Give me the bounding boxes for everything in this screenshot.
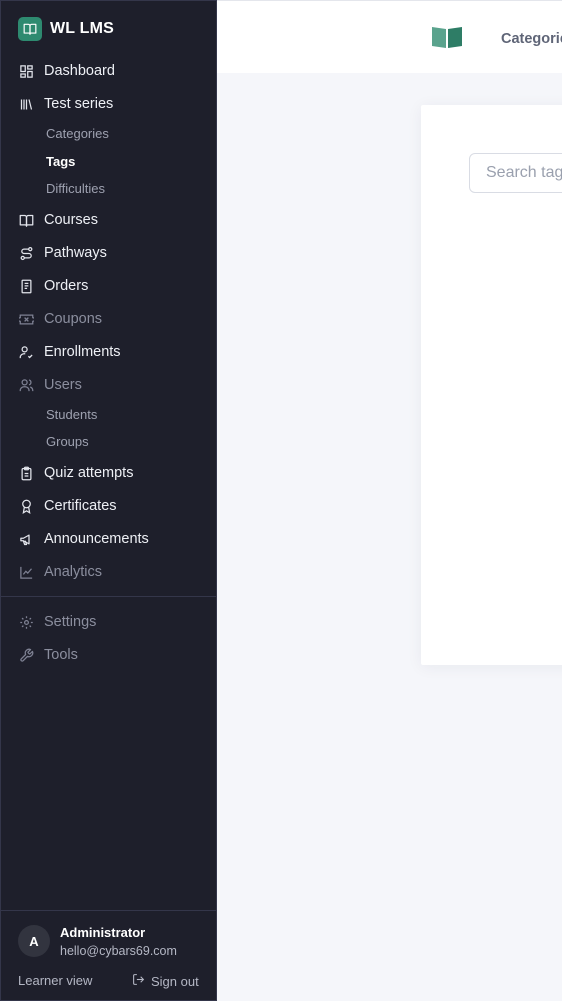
sidebar-item-label: Announcements: [44, 531, 149, 547]
gear-icon: [18, 614, 34, 630]
sign-out-label: Sign out: [151, 973, 199, 989]
sidebar-subitem-groups[interactable]: Groups: [46, 434, 89, 449]
sidebar-item-settings[interactable]: Settings: [18, 611, 96, 633]
sidebar-subitem-categories[interactable]: Categories: [46, 126, 109, 141]
sidebar-item-analytics[interactable]: Analytics: [18, 561, 102, 583]
sidebar-item-label: Analytics: [44, 564, 103, 580]
sidebar-item-label: Certificates: [44, 498, 117, 514]
ticket-icon: [18, 311, 34, 327]
sidebar-item-label: Test series: [44, 96, 114, 112]
book-icon: [18, 17, 42, 41]
sidebar-footer-divider: [1, 910, 216, 911]
user-email: hello@cybars69.com: [60, 944, 177, 958]
sidebar-item-courses[interactable]: Courses: [18, 209, 98, 231]
sidebar-item-quiz-attempts[interactable]: Quiz attempts: [18, 462, 133, 484]
sidebar-item-pathways[interactable]: Pathways: [18, 242, 107, 264]
sidebar-item-label: Tools: [44, 647, 78, 663]
award-icon: [18, 498, 34, 514]
sign-out-button[interactable]: Sign out: [132, 973, 199, 989]
sidebar-item-users[interactable]: Users: [18, 374, 82, 396]
learner-view-link[interactable]: Learner view: [18, 973, 92, 988]
top-bar: Categories: [217, 0, 562, 73]
sidebar-item-test-series[interactable]: Test series: [18, 93, 113, 115]
sidebar-subitem-tags[interactable]: Tags: [46, 154, 75, 169]
sidebar-item-orders[interactable]: Orders: [18, 275, 88, 297]
dashboard-icon: [18, 63, 34, 79]
sidebar-item-label: Pathways: [44, 245, 107, 261]
clipboard-icon: [18, 465, 34, 481]
sidebar-divider: [1, 596, 216, 597]
book-logo-icon[interactable]: [431, 25, 463, 54]
line-chart-icon: [18, 564, 34, 580]
route-icon: [18, 245, 34, 261]
sidebar-subitem-difficulties[interactable]: Difficulties: [46, 181, 105, 196]
search-input[interactable]: [469, 153, 562, 193]
brand[interactable]: WL LMS: [18, 17, 114, 41]
sidebar-item-label: Settings: [44, 614, 97, 630]
sidebar-item-label: Courses: [44, 212, 98, 228]
sidebar-item-dashboard[interactable]: Dashboard: [18, 60, 115, 82]
sidebar-item-label: Enrollments: [44, 344, 121, 360]
top-nav-categories[interactable]: Categories: [501, 31, 562, 47]
user-name: Administrator: [60, 925, 146, 940]
wrench-icon: [18, 647, 34, 663]
sidebar-item-tools[interactable]: Tools: [18, 644, 78, 666]
sidebar: WL LMS Dashboard Test series Categories …: [0, 0, 217, 1001]
megaphone-icon: [18, 531, 34, 547]
users-icon: [18, 377, 34, 393]
sign-out-icon: [132, 973, 145, 989]
sidebar-item-announcements[interactable]: Announcements: [18, 528, 149, 550]
sidebar-item-enrollments[interactable]: Enrollments: [18, 341, 121, 363]
sidebar-subitem-students[interactable]: Students: [46, 407, 97, 422]
open-book-icon: [18, 212, 34, 228]
sidebar-item-label: Dashboard: [44, 63, 115, 79]
library-icon: [18, 96, 34, 112]
user-check-icon: [18, 344, 34, 360]
sidebar-item-label: Users: [44, 377, 82, 393]
receipt-icon: [18, 278, 34, 294]
sidebar-item-coupons[interactable]: Coupons: [18, 308, 102, 330]
sidebar-item-label: Orders: [44, 278, 89, 294]
sidebar-item-label: Quiz attempts: [44, 465, 134, 481]
avatar: A: [18, 925, 50, 957]
sidebar-item-certificates[interactable]: Certificates: [18, 495, 117, 517]
brand-name: WL LMS: [50, 20, 115, 37]
sidebar-item-label: Coupons: [44, 311, 103, 327]
